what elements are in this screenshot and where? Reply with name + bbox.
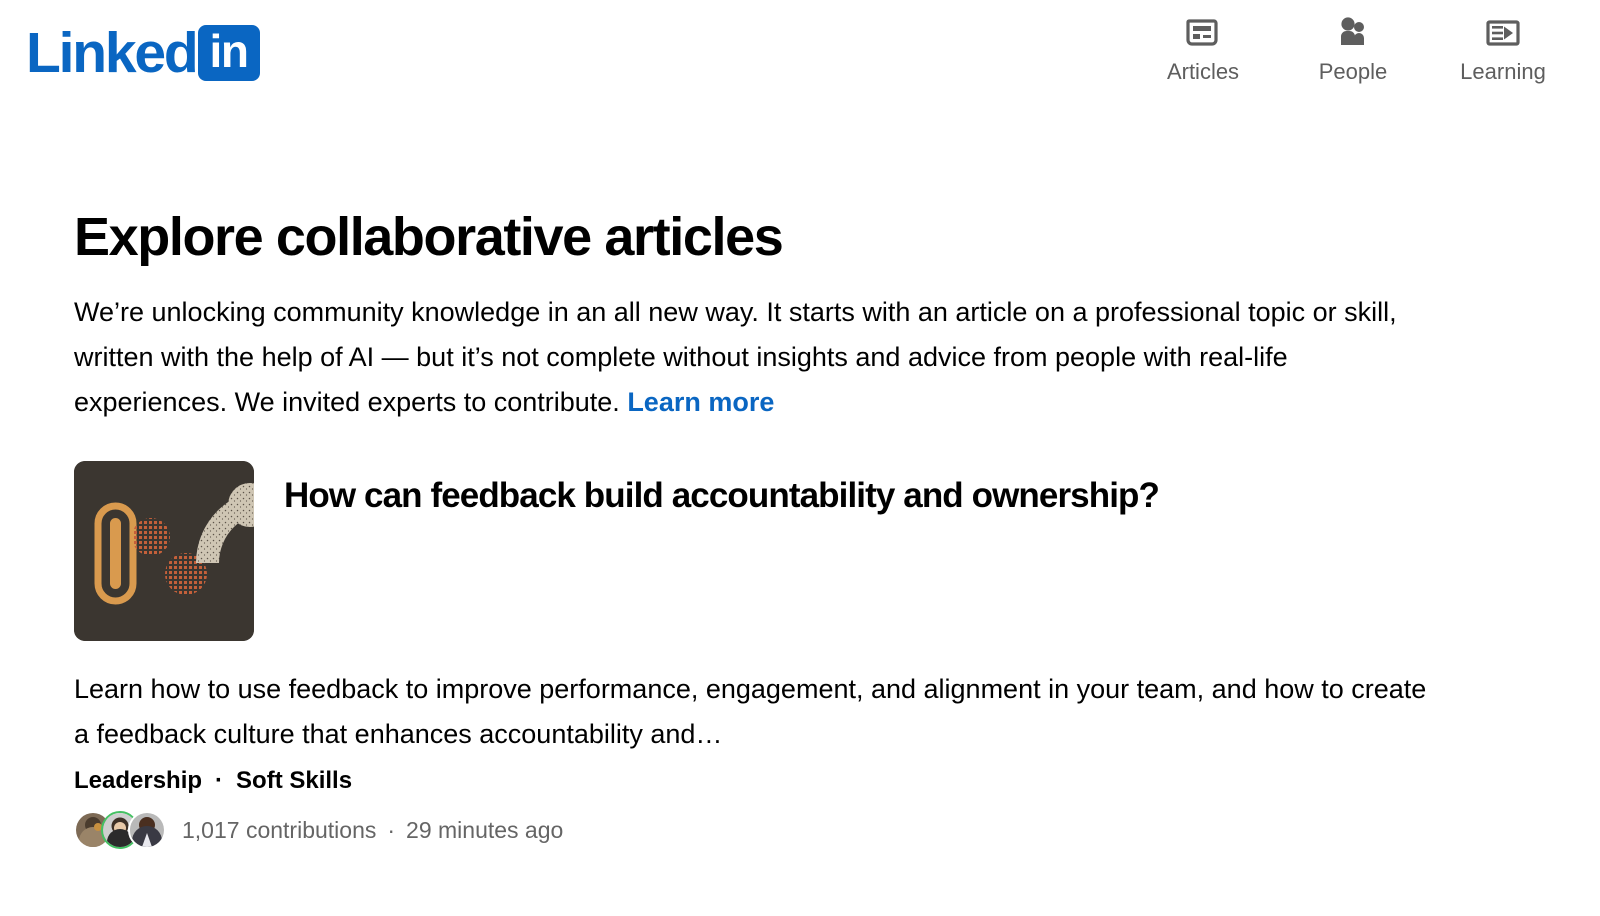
article-meta: 1,017 contributions · 29 minutes ago <box>74 811 1494 850</box>
learn-more-link[interactable]: Learn more <box>627 387 774 417</box>
article-header-row: How can feedback build accountability an… <box>74 461 1494 642</box>
main-content: Explore collaborative articles We’re unl… <box>74 207 1494 850</box>
people-icon <box>1336 14 1370 52</box>
page-title: Explore collaborative articles <box>74 207 784 267</box>
newspaper-icon <box>1186 14 1220 52</box>
article-timestamp: 29 minutes ago <box>406 816 564 843</box>
nav-item-articles[interactable]: Articles <box>1128 14 1278 83</box>
nav-item-people[interactable]: People <box>1278 14 1428 83</box>
page-header: Linked in Articles People Learning <box>0 0 1600 108</box>
tag-separator: · <box>215 767 224 795</box>
article-card: How can feedback build accountability an… <box>74 461 1494 850</box>
primary-nav: Articles People Learning <box>1128 14 1578 83</box>
contributor-avatars[interactable] <box>74 811 166 850</box>
avatar <box>128 811 166 850</box>
video-lesson-icon <box>1485 14 1521 52</box>
logo-badge: in <box>197 25 260 81</box>
nav-label-learning: Learning <box>1460 59 1546 84</box>
contribution-count: 1,017 contributions <box>182 816 377 843</box>
article-tag-leadership[interactable]: Leadership <box>74 767 202 795</box>
nav-label-articles: Articles <box>1166 59 1240 84</box>
article-meta-text: 1,017 contributions · 29 minutes ago <box>182 816 564 843</box>
nav-label-people: People <box>1318 59 1388 84</box>
meta-separator: · <box>387 816 396 843</box>
linkedin-logo[interactable]: Linked in <box>26 22 260 84</box>
logo-wordmark: Linked <box>26 20 199 85</box>
article-description: Learn how to use feedback to improve per… <box>74 674 1427 750</box>
article-tag-soft-skills[interactable]: Soft Skills <box>236 767 352 795</box>
article-thumbnail[interactable] <box>74 461 254 642</box>
nav-item-learning[interactable]: Learning <box>1428 14 1578 83</box>
article-tags: Leadership · Soft Skills <box>74 767 1494 795</box>
article-title[interactable]: How can feedback build accountability an… <box>284 475 1160 516</box>
page-intro: We’re unlocking community knowledge in a… <box>74 290 1419 425</box>
